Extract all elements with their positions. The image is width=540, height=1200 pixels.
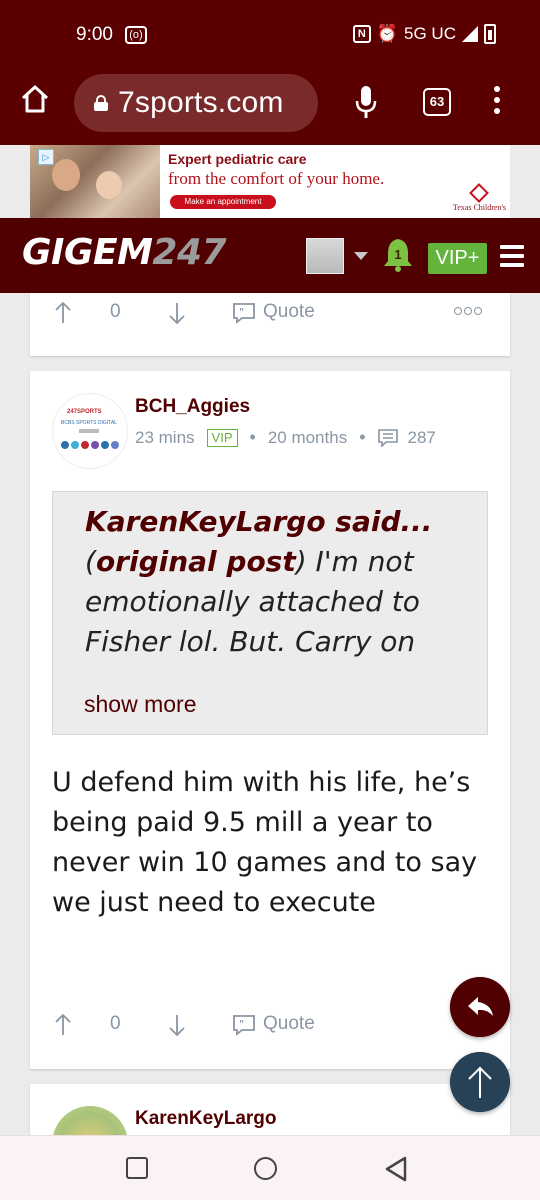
battery-icon <box>484 24 496 44</box>
url-bar: 7sports.com 63 <box>0 72 540 134</box>
chevron-down-icon[interactable] <box>354 252 368 260</box>
original-post-link[interactable]: original post <box>96 545 296 578</box>
upvote-arrow-icon[interactable] <box>54 1013 72 1037</box>
system-navigation-bar <box>0 1135 540 1200</box>
svg-text:": " <box>239 307 244 318</box>
back-triangle-icon[interactable] <box>384 1156 408 1182</box>
more-options-icon[interactable] <box>454 307 482 315</box>
quote-icon[interactable]: " <box>232 302 256 324</box>
scroll-to-top-button[interactable] <box>450 1052 510 1112</box>
member-duration: 20 months <box>267 427 348 447</box>
quote-button[interactable]: Quote <box>263 1013 315 1035</box>
vip-badge: VIP <box>206 428 238 447</box>
hamburger-menu-icon[interactable] <box>500 245 524 267</box>
site-logo[interactable]: GIGEM247 <box>22 232 227 273</box>
reply-button[interactable] <box>450 977 510 1037</box>
post-card: 247SPORTS BCBS SPORTS DIGITAL BCH_Aggies… <box>30 371 510 1069</box>
quoted-post: KarenKeyLargo said... (original post) I'm… <box>52 491 488 735</box>
vote-count: 0 <box>110 1013 121 1034</box>
upvote-arrow-icon[interactable] <box>54 301 72 325</box>
ad-cta-button[interactable]: Make an appointment <box>170 195 276 209</box>
notification-count: 1 <box>394 247 402 262</box>
comment-icon <box>377 428 398 447</box>
site-header: GIGEM247 1 VIP+ <box>0 218 540 293</box>
vip-plus-button[interactable]: VIP+ <box>428 243 487 274</box>
post-actions: 0 " Quote <box>30 299 510 329</box>
downvote-arrow-icon[interactable] <box>168 1013 186 1037</box>
post-actions: 0 " Quote <box>30 1011 510 1041</box>
address-field[interactable]: 7sports.com <box>74 74 318 132</box>
status-icons: N ⏰ 5G UC <box>352 24 496 44</box>
author-avatar[interactable]: 247SPORTS BCBS SPORTS DIGITAL <box>52 393 128 469</box>
browser-menu-icon[interactable] <box>492 86 502 118</box>
nfc-icon: N <box>352 25 371 43</box>
post-time: 23 mins <box>135 427 195 447</box>
home-icon[interactable] <box>20 84 50 114</box>
post-count: 287 <box>407 427 436 447</box>
user-avatar[interactable] <box>306 238 344 274</box>
post-body: U defend him with his life, he’s being p… <box>52 767 478 918</box>
post-meta: 23 mins VIP • 20 months • 287 <box>135 427 436 447</box>
post-author[interactable]: BCH_Aggies <box>135 396 250 418</box>
alarm-icon: ⏰ <box>376 24 399 43</box>
show-more-link[interactable]: show more <box>84 691 196 718</box>
ad-logo-mark <box>469 183 489 203</box>
url-text: 7sports.com <box>118 86 284 119</box>
post-card-previous: 0 " Quote <box>30 293 510 356</box>
status-bar: 9:00 (o) N ⏰ 5G UC <box>0 0 540 72</box>
quote-button[interactable]: Quote <box>263 301 315 323</box>
downvote-arrow-icon[interactable] <box>168 301 186 325</box>
adchoices-icon[interactable]: ▷ <box>38 149 54 165</box>
svg-text:": " <box>239 1019 244 1030</box>
tab-switcher-button[interactable]: 63 <box>423 88 451 116</box>
lock-icon <box>94 95 108 111</box>
ad-banner[interactable]: ▷ Expert pediatric care from the comfort… <box>30 145 510 218</box>
screen-record-icon: (o) <box>125 26 147 44</box>
vote-count: 0 <box>110 301 121 322</box>
status-time: 9:00 <box>76 24 113 45</box>
post-author[interactable]: KarenKeyLargo <box>135 1108 277 1130</box>
ad-subline: from the comfort of your home. <box>168 169 385 188</box>
quote-author[interactable]: KarenKeyLargo said... <box>85 505 432 538</box>
browser-chrome: 9:00 (o) N ⏰ 5G UC 7sports.com 63 <box>0 0 540 145</box>
signal-icon <box>462 26 478 42</box>
quote-icon[interactable]: " <box>232 1014 256 1036</box>
ad-brand: Texas Children's <box>452 203 506 212</box>
recents-icon[interactable] <box>126 1157 148 1179</box>
home-circle-icon[interactable] <box>254 1157 277 1180</box>
network-label: 5G UC <box>404 24 456 43</box>
quote-content: KarenKeyLargo said... (original post) I'm… <box>85 505 433 658</box>
ad-headline: Expert pediatric care <box>168 151 307 167</box>
mic-icon[interactable] <box>354 84 378 120</box>
